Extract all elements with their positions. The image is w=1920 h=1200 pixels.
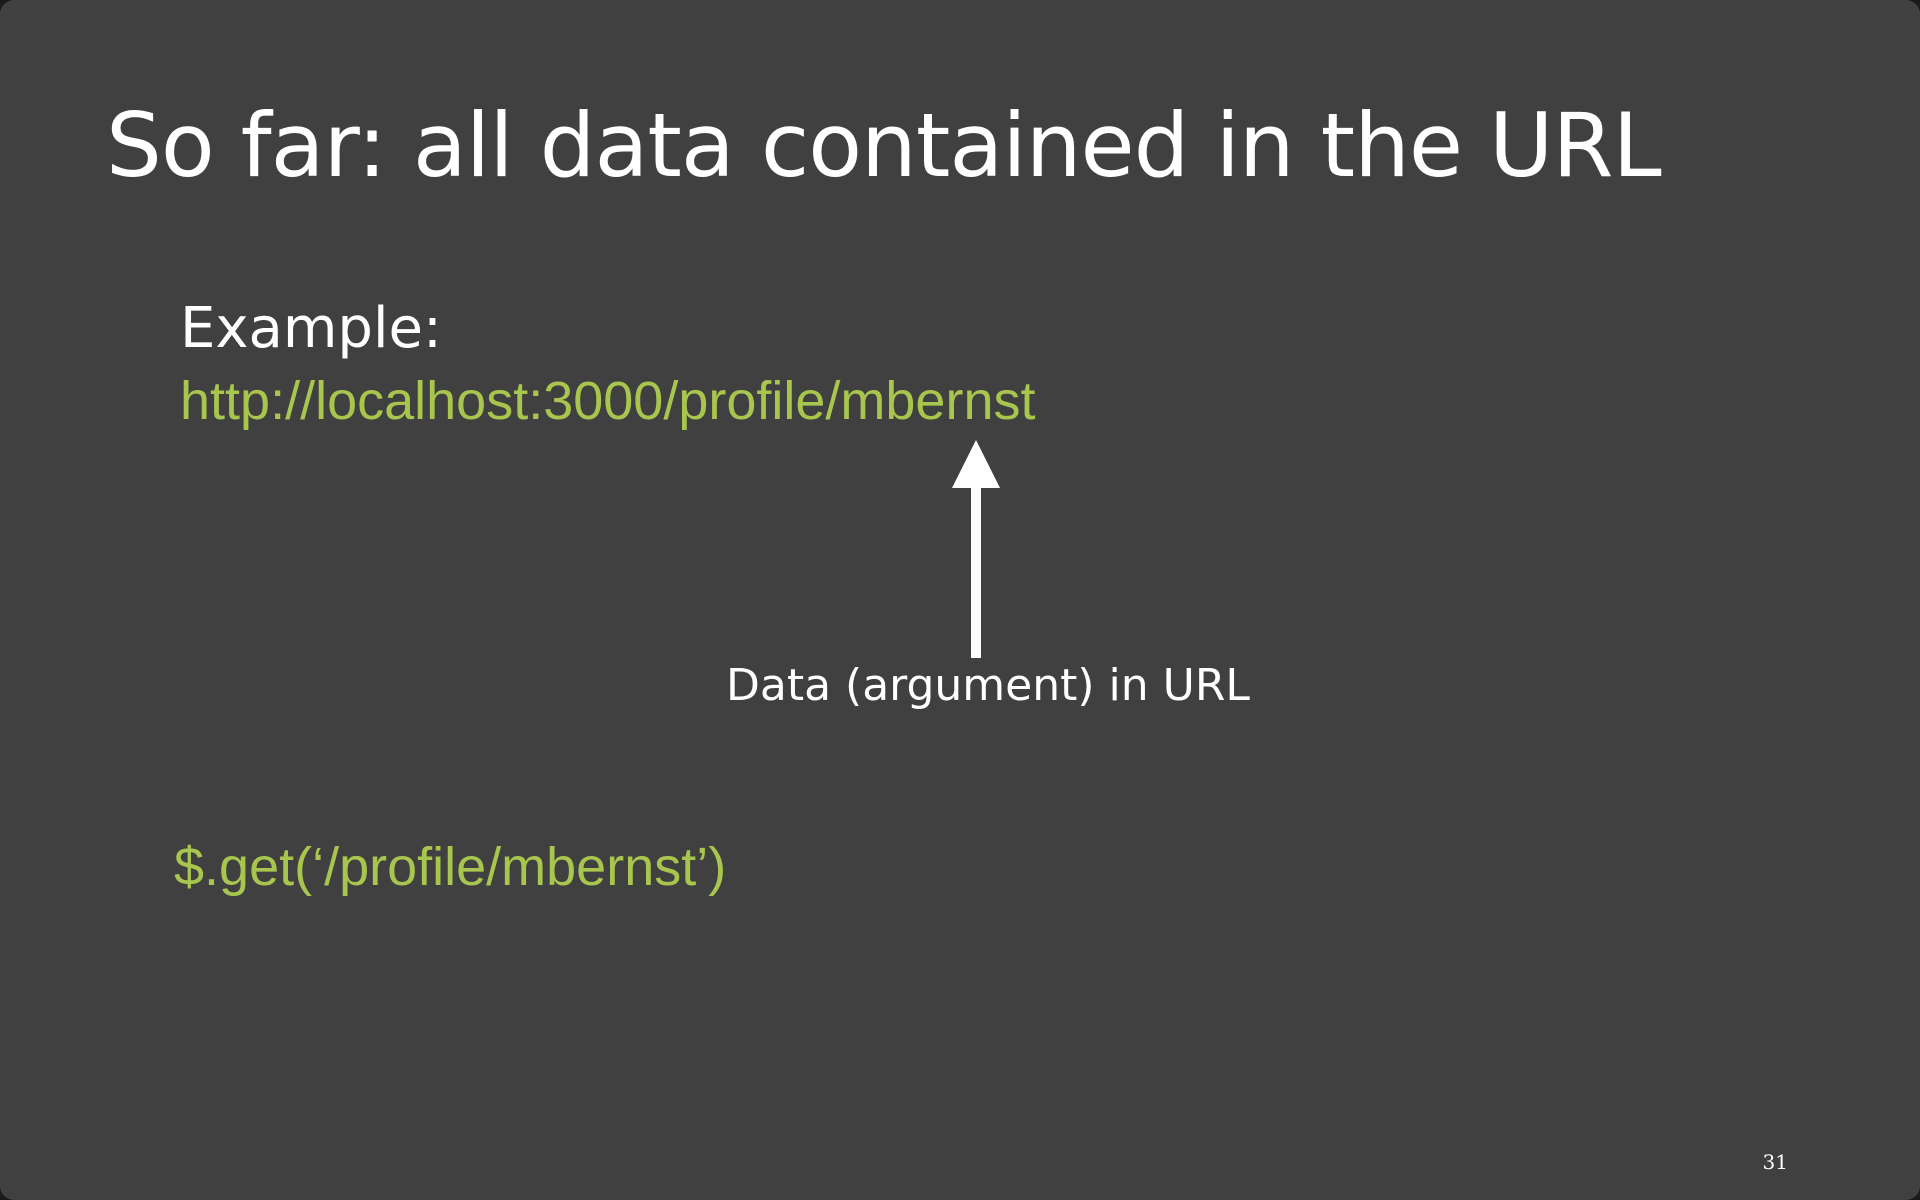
example-url: http://localhost:3000/profile/mbernst — [180, 371, 1036, 431]
arrow-label: Data (argument) in URL — [726, 660, 1250, 711]
arrow-up-icon — [952, 440, 1000, 658]
slide: So far: all data contained in the URL Ex… — [0, 0, 1920, 1200]
arrow-head — [952, 440, 1000, 488]
jquery-get-call: $.get(‘/profile/mbernst’) — [174, 837, 727, 897]
slide-title: So far: all data contained in the URL — [106, 94, 1662, 197]
arrow-shaft — [971, 486, 981, 658]
example-label: Example: — [180, 296, 442, 361]
page-number: 31 — [1762, 1150, 1788, 1174]
